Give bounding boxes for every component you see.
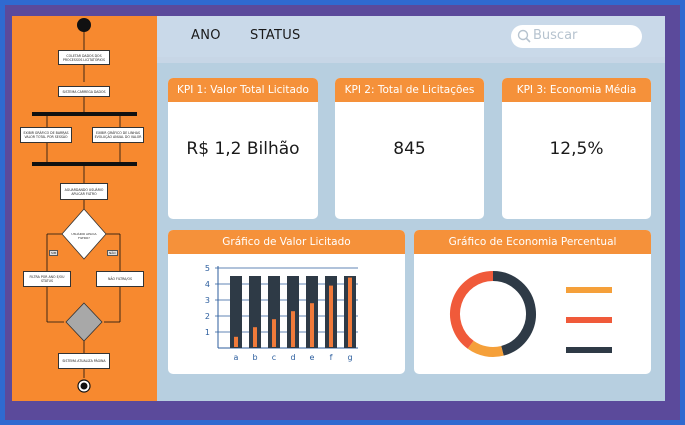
search-placeholder: Buscar [533,28,578,43]
dashboard: ANO STATUS Buscar KPI 1: Valor Total Lic… [157,16,665,401]
step-bar-chart: EXIBIR GRÁFICO DE BARRAS VALOR TOTAL POR… [20,127,72,143]
no-label: NÃO [107,250,118,256]
bar-inner-f [329,285,333,347]
step-filter: FILTRA POR ANO E/OU STATUS [23,271,71,287]
bar-inner-g [348,277,352,347]
step-collect: COLETAR DADOS DOS PROCESSOS LICITATÓRIOS [58,50,110,65]
x-tick-label: e [310,353,315,362]
bar-chart-title: Gráfico de Valor Licitado [168,230,405,254]
join-bar [32,162,137,166]
step-line-chart: EXIBIR GRÁFICO DE LINHAS EVOLUÇÃO ANUAL … [92,127,144,143]
menu-item-status[interactable]: STATUS [250,28,301,43]
kpi-card-2: KPI 2: Total de Licitações 845 [335,78,484,219]
y-tick-label: 1 [205,328,210,337]
kpi-2-title: KPI 2: Total de Licitações [335,78,484,102]
merge-diamond [65,302,103,342]
kpi-card-3: KPI 3: Economia Média 12,5% [502,78,651,219]
x-tick-label: f [330,353,333,362]
donut-chart-title: Gráfico de Economia Percentual [414,230,651,254]
fork-bar [32,112,137,116]
legend-swatch-0 [566,287,612,293]
x-tick-label: d [290,353,295,362]
kpi-card-1: KPI 1: Valor Total Licitado R$ 1,2 Bilhã… [168,78,318,219]
y-tick-label: 5 [205,264,210,273]
start-node-icon [77,18,91,32]
x-tick-label: c [272,353,276,362]
donut-chart-card: Gráfico de Economia Percentual [414,230,651,374]
y-tick-label: 2 [205,312,210,321]
donut-slice-0 [492,271,536,356]
bar-inner-b [253,327,257,347]
legend-swatch-1 [566,317,612,323]
kpi-2-value: 845 [393,139,426,159]
menu-item-ano[interactable]: ANO [191,28,221,43]
bar-inner-e [310,303,314,347]
bar-inner-a [234,336,238,347]
yes-label: SIM [49,250,59,256]
flowchart-panel: COLETAR DADOS DOS PROCESSOS LICITATÓRIOS… [12,16,157,401]
top-bar: ANO STATUS Buscar [157,16,665,57]
kpi-3-value: 12,5% [549,139,604,159]
x-tick-label: g [347,353,352,362]
step-load: SISTEMA CARREGA DADOS [58,86,110,97]
bar-chart: 1 2 3 4 5 a b c d e f g [205,264,358,362]
outer-frame: COLETAR DADOS DOS PROCESSOS LICITATÓRIOS… [0,0,685,425]
main-area: KPI 1: Valor Total Licitado R$ 1,2 Bilhã… [157,63,665,401]
search-input[interactable]: Buscar [511,25,642,48]
y-tick-label: 4 [205,280,210,289]
bar-chart-card: Gráfico de Valor Licitado 1 2 3 4 5 a b c d e f g [168,230,405,374]
donut-slice-2 [450,271,494,349]
y-tick-label: 3 [205,296,210,305]
bar-inner-d [291,311,295,347]
step-no-filter: NÃO FILTRA/OS [96,271,144,287]
bar-inner-c [272,319,276,347]
x-tick-label: a [234,353,239,362]
flowchart-connectors [32,18,137,393]
x-tick-label: b [252,353,257,362]
kpi-3-title: KPI 3: Economia Média [502,78,651,102]
kpi-1-value: R$ 1,2 Bilhão [186,139,300,159]
search-icon [517,29,531,43]
legend-swatch-2 [566,347,612,353]
decision-label: USUÁRIO APLICA FILTRO? [71,232,97,240]
kpi-1-title: KPI 1: Valor Total Licitado [168,78,318,102]
step-update: SISTEMA ATUALIZA PÁGINA [58,353,110,369]
donut-slice-1 [467,340,504,357]
step-wait: AGUARDANDO USUÁRIO APLICAR FILTRO [60,183,108,200]
donut-chart [450,271,612,357]
